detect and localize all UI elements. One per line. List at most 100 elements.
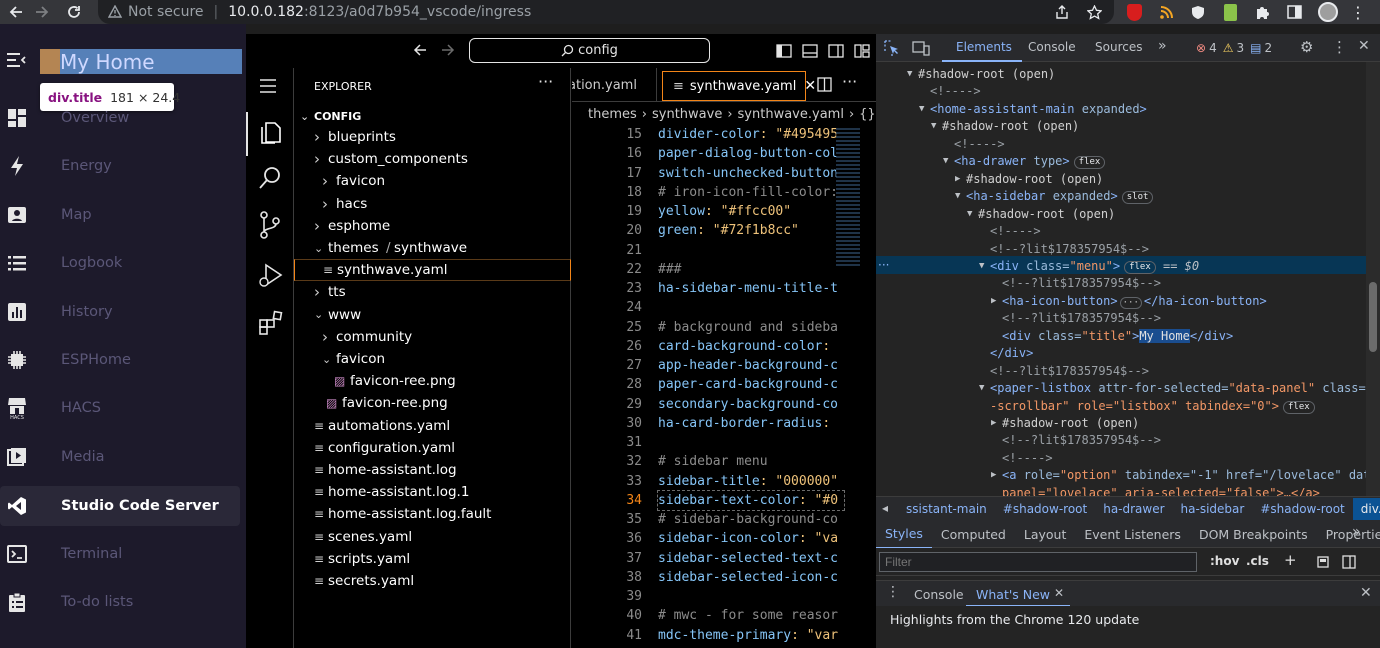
dom-node[interactable]: <!--?lit$178357954$--> (876, 275, 1366, 293)
tree-folder[interactable]: › tts (294, 281, 571, 303)
dom-node[interactable]: ▼ <div class="menu"> flex == $0 (876, 258, 1366, 276)
ha-nav-esphome[interactable]: ESPHome (0, 340, 246, 380)
drawer-menu-button[interactable]: ⋮ (886, 584, 900, 600)
ha-nav-energy[interactable]: Energy (0, 146, 246, 186)
nav-back-button[interactable] (412, 42, 428, 58)
tree-file[interactable]: ≡ scripts.yaml (294, 548, 571, 570)
dom-node[interactable]: <!--?lit$178357954$--> (876, 363, 1366, 381)
expand-right-icon[interactable]: ▶ (991, 415, 996, 433)
ha-nav-terminal[interactable]: Terminal (0, 534, 246, 574)
explorer-view-button[interactable] (258, 118, 282, 146)
more-panes-button[interactable]: » (1352, 524, 1361, 540)
tab-inactive[interactable]: ation.yaml (572, 68, 657, 102)
close-drawer-button[interactable]: ✕ (1360, 585, 1372, 601)
profile-avatar[interactable] (1316, 0, 1340, 24)
expand-right-icon[interactable]: ▶ (991, 467, 996, 485)
color-format-icon[interactable] (1316, 555, 1330, 569)
dom-node[interactable]: <!----> (876, 223, 1366, 241)
address-bar[interactable]: Not secure | 10.0.0.182 :8123/a0d7b954_v… (98, 0, 1114, 24)
styles-filter-input[interactable] (879, 552, 1197, 572)
forward-button[interactable] (26, 0, 58, 24)
tree-folder[interactable]: › hacs (294, 193, 571, 215)
dom-breadcrumb[interactable]: div.menu (1352, 498, 1380, 520)
dom-node[interactable]: ▼ #shadow-root (open) (876, 66, 1366, 84)
tree-file[interactable]: ≡ home-assistant.log.fault (294, 503, 571, 525)
styles-tab[interactable]: Event Listeners (1075, 521, 1190, 548)
tab-active[interactable]: ≡ synthwave.yaml ✕ (662, 71, 816, 101)
expand-down-icon[interactable]: ▼ (943, 153, 948, 171)
dom-node[interactable]: <!--?lit$178357954$--> (876, 432, 1366, 450)
source-control-view-button[interactable] (258, 211, 282, 239)
explorer-more-button[interactable]: ··· (538, 72, 553, 91)
extension-green[interactable] (1218, 0, 1242, 24)
dom-node[interactable]: </div> (876, 345, 1366, 363)
dom-badge[interactable]: flex (1073, 156, 1106, 170)
caret-left-icon[interactable]: ◂ (882, 501, 888, 515)
extension-ublock[interactable] (1122, 0, 1146, 24)
code-editor[interactable]: 15 divider-color: "#495495 16 paper-dialog-… (572, 125, 876, 648)
tree-folder[interactable]: › blueprints (294, 126, 571, 148)
expand-down-icon[interactable]: ▼ (919, 101, 924, 119)
breadcrumb-item[interactable]: synthwave (652, 107, 722, 122)
tab-console[interactable]: Console (1022, 34, 1092, 62)
breadcrumb-item[interactable]: synthwave.yaml (738, 107, 844, 122)
share-button[interactable] (1050, 0, 1074, 24)
tree-file[interactable]: ≡ synthwave.yaml (294, 259, 571, 282)
dom-node[interactable]: ▼ #shadow-root (open) (876, 206, 1366, 224)
expand-right-icon[interactable]: ▶ (955, 171, 960, 189)
tree-file[interactable]: ≡ home-assistant.log.1 (294, 481, 571, 503)
settings-gear-icon[interactable]: ⚙ (1300, 38, 1313, 56)
expand-down-icon[interactable]: ▼ (979, 380, 984, 398)
bookmark-button[interactable] (1082, 0, 1106, 24)
command-center[interactable]: config (469, 38, 710, 63)
dom-breadcrumb[interactable]: ha-sidebar (1173, 498, 1253, 520)
dom-badge[interactable]: flex (1124, 260, 1156, 274)
dom-node[interactable]: ▶ #shadow-root (open) (876, 171, 1366, 189)
dom-tree[interactable]: ··· ▼ #shadow-root (open) <!----> ▼ <home-as… (876, 62, 1366, 496)
dom-node[interactable]: <!----> (876, 83, 1366, 101)
tree-file[interactable]: ≡ automations.yaml (294, 415, 571, 437)
styles-tab[interactable]: Properties (1317, 521, 1380, 548)
dom-node[interactable]: <!--?lit$178357954$--> (876, 310, 1366, 328)
close-devtools-button[interactable]: ✕ (1358, 38, 1370, 54)
drawer-tab-whats-new[interactable]: What's New ✕ (966, 581, 1070, 607)
editor-more-button[interactable]: ··· (842, 72, 857, 91)
minimap[interactable] (836, 128, 860, 268)
cls-toggle[interactable]: .cls (1246, 554, 1269, 568)
toggle-secondary-sidebar-button[interactable] (828, 43, 844, 59)
dom-breadcrumb[interactable]: ssistant-main (898, 498, 995, 520)
split-editor-button[interactable] (817, 77, 832, 92)
tree-folder[interactable]: › esphome (294, 215, 571, 237)
dom-node[interactable]: ▼ <ha-drawer type> flex (876, 153, 1366, 171)
toggle-panel-button[interactable] (802, 43, 818, 59)
breadcrumb-item[interactable]: themes (588, 107, 637, 122)
dom-node[interactable]: -scrollbar" role="listbox" tabindex="0">… (876, 398, 1366, 416)
customize-layout-button[interactable] (854, 43, 870, 59)
dom-node[interactable]: <div class="title">My Home</div> (876, 328, 1366, 346)
run-debug-view-button[interactable] (258, 262, 284, 288)
dom-node[interactable]: <!----> (876, 136, 1366, 154)
tab-sources[interactable]: Sources (1092, 34, 1162, 62)
hov-toggle[interactable]: :hov (1210, 554, 1239, 568)
computed-sidebar-icon[interactable] (1342, 555, 1356, 569)
ha-nav-history[interactable]: History (0, 292, 246, 332)
dom-node[interactable]: ▼ <ha-sidebar expanded> slot (876, 188, 1366, 206)
new-style-rule-button[interactable]: + (1284, 551, 1297, 569)
ha-nav-logbook[interactable]: Logbook (0, 243, 246, 283)
toggle-sidebar-button[interactable] (776, 43, 792, 59)
close-icon[interactable]: ✕ (804, 78, 816, 94)
tree-folder[interactable]: › community (294, 326, 571, 348)
tree-file[interactable]: ▨ favicon-ree.png (294, 370, 571, 392)
styles-tab[interactable]: Styles (876, 520, 932, 549)
search-view-button[interactable] (258, 166, 282, 190)
dom-node[interactable]: <!--?lit$178357954$--> (876, 241, 1366, 259)
breadcrumb-item[interactable]: {} s (859, 107, 876, 122)
expand-down-icon[interactable]: ▼ (955, 188, 960, 206)
ha-nav-map[interactable]: Map (0, 195, 246, 235)
browser-menu-button[interactable]: ⋮ (1346, 0, 1370, 24)
dom-breadcrumb[interactable]: #shadow-root (995, 498, 1095, 520)
dom-node[interactable]: ▶ #shadow-root (open) (876, 415, 1366, 433)
styles-tab[interactable]: DOM Breakpoints (1190, 521, 1317, 548)
dom-badge[interactable]: flex (1282, 400, 1315, 414)
close-icon[interactable]: ✕ (1054, 586, 1064, 600)
